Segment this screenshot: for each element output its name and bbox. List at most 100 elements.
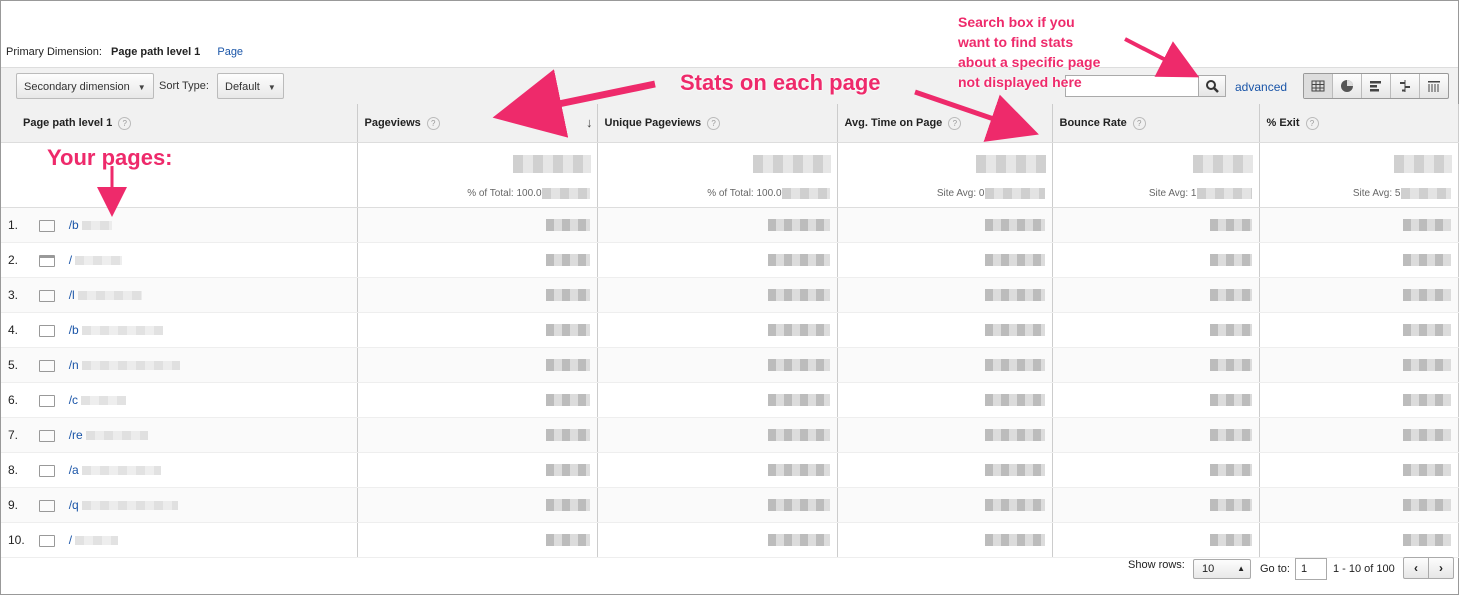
row-number: 9. <box>8 498 19 512</box>
table-row: 1. /b <box>1 207 1459 243</box>
summary-cell: % of Total: 100.0 <box>597 142 838 208</box>
row-number: 7. <box>8 428 19 442</box>
cell-metric <box>597 522 838 558</box>
redacted-value <box>767 359 830 371</box>
folder-icon <box>39 499 56 512</box>
cell-metric <box>357 382 598 418</box>
help-icon[interactable]: ? <box>426 116 440 130</box>
cell-metric <box>357 522 598 558</box>
search-icon <box>1206 80 1219 93</box>
row-number: 4. <box>8 323 19 337</box>
help-icon[interactable]: ? <box>1305 116 1319 130</box>
search-button[interactable] <box>1198 75 1226 97</box>
help-icon[interactable]: ? <box>118 116 132 130</box>
redacted-value <box>984 324 1045 336</box>
help-icon[interactable]: ? <box>1132 116 1146 130</box>
cell-metric <box>837 312 1053 348</box>
help-icon[interactable]: ? <box>707 116 721 130</box>
show-rows-select[interactable]: 10 ▲ <box>1193 559 1251 579</box>
goto-input[interactable]: 1 <box>1295 558 1327 580</box>
table-row: 6. /c <box>1 382 1459 418</box>
sort-type-value: Default <box>225 81 260 93</box>
cell-metric <box>1259 207 1459 243</box>
column-header-bounce-rate[interactable]: Bounce Rate? <box>1052 104 1260 143</box>
primary-dimension-page-link[interactable]: Page <box>217 46 243 58</box>
view-toggle-group <box>1303 73 1449 99</box>
cell-metric <box>837 452 1053 488</box>
prev-page-button[interactable]: ‹ <box>1404 558 1429 578</box>
bar-view-icon[interactable] <box>1362 74 1391 98</box>
summary-text: % of Total: 100.0 <box>467 188 542 199</box>
redacted-value <box>767 394 830 406</box>
page-path-link[interactable]: /q <box>69 498 79 512</box>
redacted-value <box>767 324 830 336</box>
column-header-page-path[interactable]: Page path level 1? <box>1 104 358 143</box>
pager: ‹ › <box>1403 557 1454 579</box>
cell-page-path: 8. /a <box>1 452 358 488</box>
summary-text: Site Avg: 1 <box>1148 188 1197 199</box>
folder-icon <box>39 429 56 442</box>
pivot-view-icon[interactable] <box>1420 74 1448 98</box>
cell-metric <box>837 522 1053 558</box>
cell-metric <box>1259 452 1459 488</box>
page-path-link[interactable]: / <box>69 533 72 547</box>
page-path-link[interactable]: /a <box>69 463 79 477</box>
primary-dimension-active[interactable]: Page path level 1 <box>111 46 200 58</box>
cell-metric <box>837 207 1053 243</box>
sort-type-label: Sort Type: <box>159 80 209 92</box>
page-path-link[interactable]: / <box>69 253 72 267</box>
annotation-search-line: about a specific page <box>958 54 1101 70</box>
redacted-value <box>545 534 590 546</box>
redacted-value <box>82 501 179 511</box>
page-path-link[interactable]: /c <box>69 393 78 407</box>
updown-arrow-icon: ▲ <box>1237 564 1245 573</box>
cell-metric <box>357 487 598 523</box>
column-header-label: Pageviews <box>364 116 421 129</box>
redacted-value <box>545 254 590 266</box>
cell-metric <box>1052 207 1260 243</box>
next-page-button[interactable]: › <box>1429 558 1453 578</box>
redacted-value <box>1400 187 1451 199</box>
redacted-value <box>752 155 831 173</box>
redacted-value <box>984 289 1045 301</box>
comparison-view-icon[interactable] <box>1391 74 1420 98</box>
redacted-value <box>545 394 590 406</box>
cell-metric <box>1259 487 1459 523</box>
redacted-value <box>1402 534 1451 546</box>
redacted-value <box>1209 359 1252 371</box>
cell-page-path: 5. /n <box>1 347 358 383</box>
page-path-link[interactable]: /l <box>69 288 75 302</box>
cell-metric <box>357 207 598 243</box>
redacted-value <box>82 221 113 231</box>
redacted-value <box>1209 429 1252 441</box>
cell-metric <box>837 382 1053 418</box>
column-header-unique-pageviews[interactable]: Unique Pageviews? <box>597 104 838 143</box>
redacted-value <box>984 534 1045 546</box>
page-path-link[interactable]: /b <box>69 218 79 232</box>
folder-icon <box>39 464 56 477</box>
redacted-value <box>767 534 830 546</box>
help-icon[interactable]: ? <box>948 116 962 130</box>
column-header-avg-time[interactable]: Avg. Time on Page? <box>837 104 1053 143</box>
pie-view-icon[interactable] <box>1333 74 1362 98</box>
row-number: 6. <box>8 393 19 407</box>
table-view-icon[interactable] <box>1304 74 1333 98</box>
redacted-value <box>545 429 590 441</box>
show-rows-value: 10 <box>1202 563 1215 575</box>
page-path-link[interactable]: /n <box>69 358 79 372</box>
cell-metric <box>1052 452 1260 488</box>
redacted-value <box>1209 464 1252 476</box>
cell-metric <box>597 417 838 453</box>
column-header-pageviews[interactable]: Pageviews? ↓ <box>357 104 598 143</box>
column-header-exit[interactable]: % Exit? <box>1259 104 1459 143</box>
sort-type-dropdown[interactable]: Default ▼ <box>217 73 284 99</box>
cell-metric <box>597 312 838 348</box>
advanced-search-link[interactable]: advanced <box>1235 80 1287 94</box>
redacted-value <box>984 219 1045 231</box>
page-path-link[interactable]: /re <box>69 428 83 442</box>
column-header-label: Page path level 1 <box>23 116 113 129</box>
cell-metric <box>357 277 598 313</box>
page-path-link[interactable]: /b <box>69 323 79 337</box>
secondary-dimension-dropdown[interactable]: Secondary dimension ▼ <box>16 73 154 99</box>
report-table: Page path level 1? Pageviews? ↓ Unique Pa… <box>1 104 1459 558</box>
